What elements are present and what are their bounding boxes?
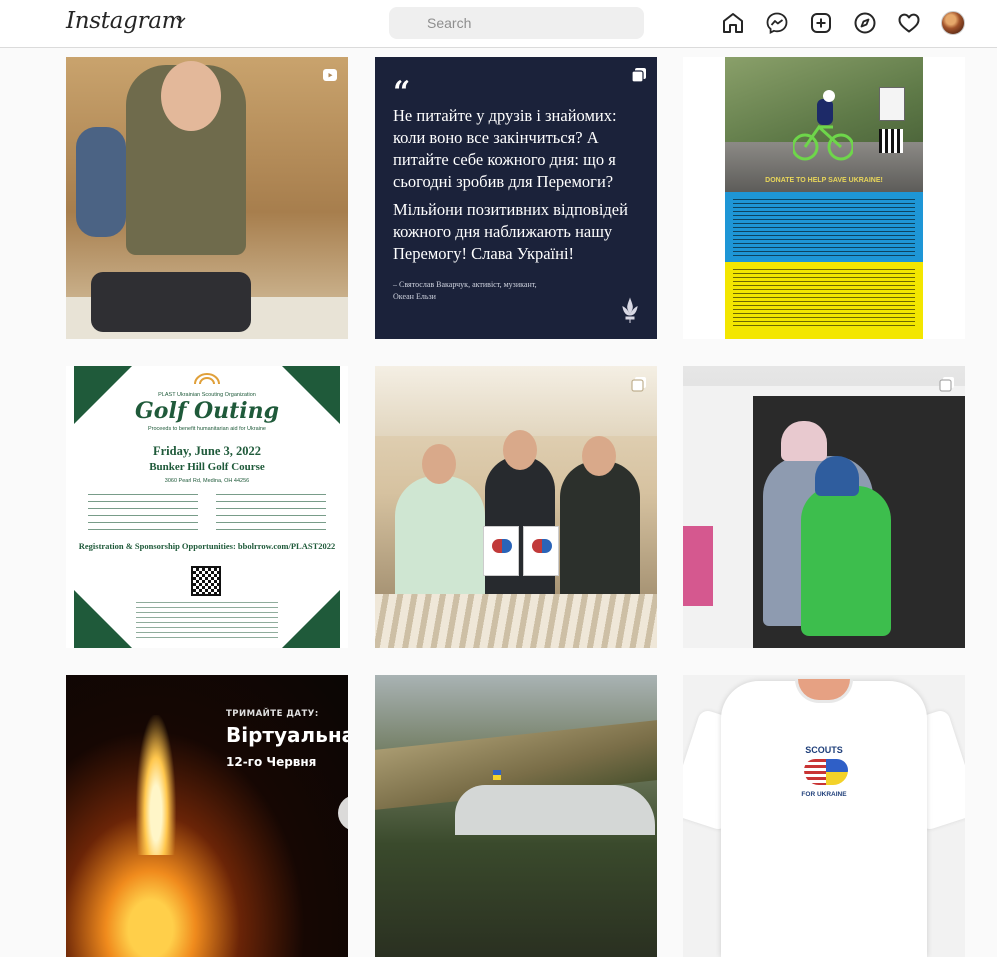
scout-right xyxy=(560,461,640,611)
qr-code xyxy=(191,566,221,596)
scout-face xyxy=(161,61,221,131)
post-tile-cycling-flyer[interactable]: DONATE TO HELP SAVE UKRAINE! xyxy=(683,57,965,339)
child-blue-hat xyxy=(815,456,859,496)
event-tag: ТРИМАЙТЕ ДАТУ: xyxy=(226,709,319,719)
flyer-card xyxy=(523,526,559,576)
golf-subtitle: Proceeds to benefit humanitarian aid for… xyxy=(147,426,266,432)
bonfire-flame xyxy=(136,715,176,855)
post-tile-family-in-car[interactable] xyxy=(683,366,965,648)
child-green-jacket xyxy=(801,486,891,636)
corner-decoration xyxy=(74,590,132,648)
scroll-indicator[interactable] xyxy=(338,795,348,831)
ukrainian-flag-icon xyxy=(493,770,501,780)
heart-flag-icon xyxy=(492,539,512,553)
profile-avatar[interactable] xyxy=(941,11,965,35)
carousel-icon xyxy=(939,377,954,392)
golf-title: Golf Outing xyxy=(135,398,279,424)
heart-flag-icon xyxy=(532,539,552,553)
fine-print xyxy=(136,602,278,642)
explore-icon[interactable] xyxy=(853,11,877,35)
pink-bag xyxy=(683,526,713,606)
messenger-icon[interactable] xyxy=(765,11,789,35)
post-tile-bonfire-event[interactable]: ТРИМАЙТЕ ДАТУ: Віртуальна 12-го Червня xyxy=(66,675,348,957)
post-tile-quote[interactable]: “ Не питайте у друзів і знайомих: коли в… xyxy=(375,57,657,339)
sun-logo-icon xyxy=(194,373,220,385)
schedule-left xyxy=(88,494,198,536)
schedule-right xyxy=(216,494,326,536)
event-date: 12-го Червня xyxy=(226,755,317,769)
qr-code xyxy=(879,129,903,153)
instagram-logo[interactable]: Instagram xyxy=(66,8,184,34)
cyclist-illustration xyxy=(793,90,853,161)
post-tile-tshirt[interactable]: SCOUTS FOR UKRAINE xyxy=(683,675,965,957)
top-navigation-bar: Instagram xyxy=(0,0,997,48)
ceiling xyxy=(375,366,657,436)
flyer-yellow-text xyxy=(733,269,915,329)
reel-icon xyxy=(323,69,337,81)
search-input[interactable] xyxy=(389,7,644,39)
activity-heart-icon[interactable] xyxy=(897,11,921,35)
scout-face xyxy=(582,436,616,476)
corner-decoration xyxy=(282,590,340,648)
carousel-icon xyxy=(631,68,646,83)
home-icon[interactable] xyxy=(721,11,745,35)
table-with-items xyxy=(375,594,657,648)
pink-hat xyxy=(781,421,827,461)
event-headline: Віртуальна xyxy=(226,723,348,747)
flyer-card xyxy=(483,526,519,576)
quote-paragraph-1: Не питайте у друзів і знайомих: коли вон… xyxy=(393,106,617,191)
plast-lily-emblem-icon xyxy=(622,297,638,323)
quote-paragraph-2: Мільйони позитивних відповідей кожного д… xyxy=(393,200,628,263)
chevron-down-icon[interactable] xyxy=(175,14,187,26)
background-person xyxy=(76,127,126,237)
flyer-blue-text xyxy=(733,199,915,259)
shirt-logo-bottom: FOR UKRAINE xyxy=(801,791,847,798)
carousel-icon xyxy=(631,377,646,392)
shirt-logo-top: SCOUTS xyxy=(805,745,843,755)
golf-course: Bunker Hill Golf Course xyxy=(149,461,265,473)
scout-face xyxy=(503,430,537,470)
rock-outcrop xyxy=(455,785,655,835)
sealing-machine xyxy=(91,272,251,332)
post-tile-scout-packing[interactable] xyxy=(66,57,348,339)
emblem-box xyxy=(879,87,905,121)
flyer-headline: DONATE TO HELP SAVE UKRAINE! xyxy=(765,177,883,184)
scout-left xyxy=(395,476,485,606)
post-tile-scouts-with-flyers[interactable] xyxy=(375,366,657,648)
post-tile-mountain-view[interactable] xyxy=(375,675,657,957)
post-tile-golf-outing[interactable]: PLAST Ukrainian Scouting Organization Go… xyxy=(66,366,348,648)
new-post-icon[interactable] xyxy=(809,11,833,35)
golf-registration: Registration & Sponsorship Opportunities… xyxy=(78,541,336,551)
golf-date: Friday, June 3, 2022 xyxy=(153,444,261,458)
golf-address: 3060 Pearl Rd, Medina, OH 44256 xyxy=(164,478,250,484)
tshirt xyxy=(721,681,927,957)
quote-author: – Святослав Вакарчук, активіст, музикант… xyxy=(393,280,537,301)
scout-face xyxy=(422,444,456,484)
